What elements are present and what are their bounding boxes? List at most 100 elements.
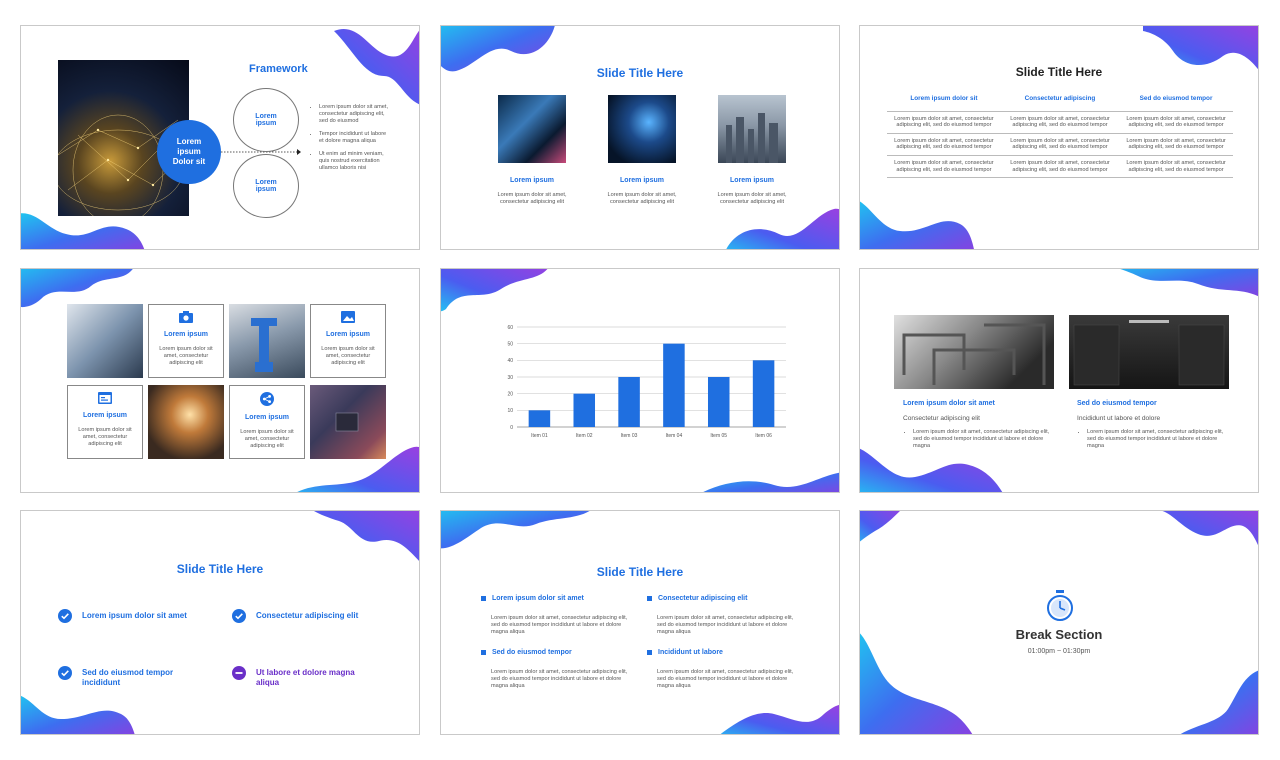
card-label: Lorem ipsum xyxy=(164,331,208,338)
block-heading: Consectetur adipiscing elit xyxy=(647,595,747,602)
bar-chart: 0 10 20 30 40 50 60 Item 01 Item 02 Item 03 Item 0… xyxy=(507,325,786,439)
y-tick-label: 0 xyxy=(510,425,513,431)
checklist-item: Consectetur adipiscing elit xyxy=(232,609,392,623)
item-label: Lorem ipsum xyxy=(730,177,774,184)
slide-thumbnail-2[interactable]: Slide Title Here Lorem ipsum Lorem ipsum… xyxy=(440,25,840,250)
y-tick-label: 40 xyxy=(507,358,513,364)
x-tick-label: Item 02 xyxy=(576,433,593,439)
table-cell: Lorem ipsum dolor sit amet, consectetur … xyxy=(887,155,1001,179)
circle-top-label: Lorem ipsum xyxy=(255,113,277,127)
checklist-item: Sed do eiusmod tempor incididunt xyxy=(58,666,188,688)
bullet-item: Lorem ipsum dolor sit amet, consectetur … xyxy=(319,104,391,125)
table-row: Lorem ipsum dolor sit amet, consectetur … xyxy=(887,155,1233,179)
block-heading: Lorem ipsum dolor sit amet xyxy=(481,595,584,602)
table-row: Lorem ipsum dolor sit amet, consectetur … xyxy=(887,133,1233,156)
wave-decoration xyxy=(21,695,135,734)
industrial-worker-photo xyxy=(148,385,224,459)
wave-decoration xyxy=(860,633,973,734)
data-network-photo xyxy=(608,95,676,163)
table-cell: Lorem ipsum dolor sit amet, consectetur … xyxy=(887,133,1001,156)
feature-card: Lorem ipsum Lorem ipsum dolor sit amet, … xyxy=(148,304,224,378)
x-tick-label: Item 01 xyxy=(531,433,548,439)
y-tick-label: 10 xyxy=(507,408,513,414)
square-bullet-icon xyxy=(647,596,652,601)
slide-thumbnail-7[interactable]: Slide Title Here Lorem ipsum dolor sit a… xyxy=(20,510,420,735)
feature-card: Lorem ipsum Lorem ipsum dolor sit amet, … xyxy=(67,385,143,459)
break-title: Break Section xyxy=(1015,627,1103,642)
robot-arm-photo xyxy=(229,304,305,378)
table-cell: Lorem ipsum dolor sit amet, consectetur … xyxy=(1000,133,1120,156)
wave-decoration xyxy=(334,29,419,105)
wave-decoration xyxy=(860,511,900,542)
check-circle-icon xyxy=(58,666,72,680)
wave-decoration xyxy=(1120,269,1258,297)
table-header-row: Lorem ipsum dolor sit Consectetur adipis… xyxy=(887,88,1233,112)
slide-title: Slide Title Here xyxy=(596,565,684,579)
framework-bullets: Lorem ipsum dolor sit amet, consectetur … xyxy=(311,104,391,178)
y-tick-label: 50 xyxy=(507,341,513,347)
checklist-label: Consectetur adipiscing elit xyxy=(256,611,359,620)
column-heading: Sed do eiusmod tempor xyxy=(1077,400,1157,407)
card-text: Lorem ipsum dolor sit amet, consectetur … xyxy=(240,429,294,449)
share-icon xyxy=(260,392,274,406)
block-heading-text: Incididunt ut labore xyxy=(658,649,723,656)
wave-decoration xyxy=(441,511,590,549)
x-tick-label: Item 06 xyxy=(755,433,772,439)
card-text: Lorem ipsum dolor sit amet, consectetur … xyxy=(321,346,375,366)
block-heading-text: Consectetur adipiscing elit xyxy=(658,595,748,602)
wave-decoration xyxy=(1153,511,1258,546)
table-cell: Lorem ipsum dolor sit amet, consectetur … xyxy=(1119,133,1233,156)
slide-thumbnail-8[interactable]: Slide Title Here Lorem ipsum dolor sit a… xyxy=(440,510,840,735)
feature-card: Lorem ipsum Lorem ipsum dolor sit amet, … xyxy=(310,304,386,378)
item-text: Lorem ipsum dolor sit amet, consectetur … xyxy=(717,192,787,205)
square-bullet-icon xyxy=(647,650,652,655)
slide-thumbnail-3[interactable]: Slide Title Here Lorem ipsum dolor sit C… xyxy=(859,25,1259,250)
block-text: Lorem ipsum dolor sit amet, consectetur … xyxy=(657,615,794,635)
image-icon xyxy=(341,311,355,323)
square-bullet-icon xyxy=(481,650,486,655)
slide-thumbnail-4[interactable]: Lorem ipsum Lorem ipsum dolor sit amet, … xyxy=(20,268,420,493)
feature-card: Lorem ipsum Lorem ipsum dolor sit amet, … xyxy=(229,385,305,459)
column-bullets: Lorem ipsum dolor sit amet, consectetur … xyxy=(1079,429,1227,456)
item-text: Lorem ipsum dolor sit amet, consectetur … xyxy=(497,192,567,205)
card-text: Lorem ipsum dolor sit amet, consectetur … xyxy=(78,427,132,447)
city-skyline-photo xyxy=(718,95,786,163)
bar xyxy=(752,360,775,427)
checklist-label: Lorem ipsum dolor sit amet xyxy=(82,611,187,620)
card-label: Lorem ipsum xyxy=(245,414,289,421)
checklist-label: Sed do eiusmod tempor incididunt xyxy=(82,668,174,687)
bullet-item: Lorem ipsum dolor sit amet, consectetur … xyxy=(913,429,1053,450)
checklist-item: Lorem ipsum dolor sit amet xyxy=(58,609,208,623)
slide-title: Slide Title Here xyxy=(176,562,264,576)
slide-title: Slide Title Here xyxy=(596,66,684,80)
circuit-board-photo xyxy=(310,385,386,459)
framework-title: Framework xyxy=(249,63,308,75)
camera-icon xyxy=(179,311,193,323)
table-cell: Lorem ipsum dolor sit amet, consectetur … xyxy=(1119,111,1233,134)
center-circle: Lorem ipsum Dolor sit xyxy=(157,120,221,184)
slide-title: Slide Title Here xyxy=(1015,65,1103,79)
slide-thumbnail-5[interactable]: 0 10 20 30 40 50 60 Item 01 Item 02 Item 03 Item 0… xyxy=(440,268,840,493)
column-heading: Lorem ipsum dolor sit amet xyxy=(903,400,995,407)
wave-decoration xyxy=(441,269,548,312)
table-cell: Lorem ipsum dolor sit amet, consectetur … xyxy=(887,111,1001,134)
slide-thumbnail-9[interactable]: Break Section 01:00pm ~ 01:30pm xyxy=(859,510,1259,735)
item-text: Lorem ipsum dolor sit amet, consectetur … xyxy=(607,192,677,205)
slide-thumbnail-6[interactable]: Lorem ipsum dolor sit amet Consectetur a… xyxy=(859,268,1259,493)
minus-circle-icon xyxy=(232,666,246,680)
server-room-photo xyxy=(498,95,566,163)
wave-decoration xyxy=(1180,670,1258,734)
table-cell: Lorem ipsum dolor sit amet, consectetur … xyxy=(1000,155,1120,179)
browser-icon xyxy=(98,392,112,404)
checklist-label: Ut labore et dolore magna aliqua xyxy=(256,668,355,687)
table-row: Lorem ipsum dolor sit amet, consectetur … xyxy=(887,111,1233,134)
factory-pipes-photo xyxy=(894,315,1054,389)
slide-thumbnail-1[interactable]: Framework Lorem ipsum Dolor sit Lorem ip… xyxy=(20,25,420,250)
wave-decoration xyxy=(860,201,974,249)
column-subheading: Consectetur adipiscing elit xyxy=(903,415,980,422)
item-label: Lorem ipsum xyxy=(620,177,664,184)
bar xyxy=(663,343,685,427)
server-aisle-photo xyxy=(1069,315,1229,389)
framework-circle-bottom: Lorem ipsum xyxy=(233,154,299,218)
card-text: Lorem ipsum dolor sit amet, consectetur … xyxy=(159,346,213,366)
